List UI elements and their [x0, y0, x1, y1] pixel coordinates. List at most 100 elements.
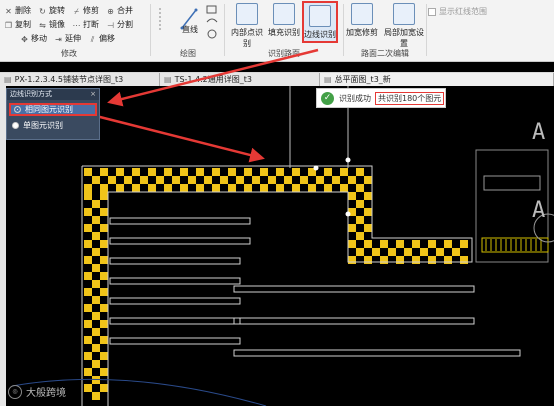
split-button[interactable]: ⊣ 分割 [106, 19, 133, 31]
paving-tile [388, 248, 396, 256]
ribbon: ✕ 删除 ↻ 旋转 ⌿ 修剪 ⊕ 合并 ❐ 复制 ⇋ 镜像 ⋯ 打断 ⊣ 分割 ✥ 移动 ⇥ 延伸 … [0, 0, 554, 62]
paving-tile [412, 256, 420, 264]
inner-point-recognize-button[interactable]: 内部点识别 [228, 3, 266, 48]
paving-tile [212, 184, 220, 192]
drawing-icon: ▤ [164, 75, 172, 84]
paving-tile [92, 232, 100, 240]
paving-tile [100, 192, 108, 200]
paving-tile [92, 328, 100, 336]
structure-outline [109, 257, 241, 265]
paving-tile [252, 176, 260, 184]
tab-detail-paving[interactable]: ▤ PX-1.2.3.4.5铺装节点详图_t3 [0, 73, 160, 86]
paving-tile [84, 352, 92, 360]
paving-tile [460, 256, 468, 264]
paving-tile [356, 216, 364, 224]
paving-tile [244, 184, 252, 192]
paving-tile [84, 256, 92, 264]
local-widen-settings-button[interactable]: 局部加宽设置 [382, 3, 426, 48]
move-button[interactable]: ✥ 移动 [20, 33, 47, 45]
paving-tile [412, 240, 420, 248]
paving-tile [364, 256, 372, 264]
paving-tile [148, 184, 156, 192]
paving-tile [100, 272, 108, 280]
paving-tile [116, 168, 124, 176]
offset-icon: ⫽ [90, 34, 95, 44]
paving-tile [132, 184, 140, 192]
option-same-element[interactable]: 相同图元识别 [9, 103, 97, 116]
paving-tile [188, 176, 196, 184]
widen-trim-button[interactable]: 加宽修剪 [344, 3, 380, 43]
paving-tile [84, 240, 92, 248]
paving-tile [372, 248, 380, 256]
mirror-button[interactable]: ⇋ 镜像 [38, 19, 65, 31]
extend-button[interactable]: ⇥ 延伸 [54, 33, 81, 45]
paving-tile [348, 192, 356, 200]
paving-tile [92, 264, 100, 272]
paving-tile [180, 184, 188, 192]
watermark: ◎ 大般跨境 [8, 384, 66, 399]
tab-site-plan[interactable]: ▤ 总平面图_t3_新 [320, 73, 554, 86]
radio-selected[interactable] [14, 106, 21, 113]
grip-point [313, 165, 319, 171]
paving-tile [292, 168, 300, 176]
offset-button[interactable]: ⫽ 偏移 [88, 33, 115, 45]
building-outline [483, 175, 541, 191]
break-icon: ⋯ [72, 20, 81, 30]
fill-recognize-button[interactable]: 填充识别 [267, 3, 301, 43]
paving-tile [364, 240, 372, 248]
paving-tile [84, 192, 92, 200]
paving-tile [444, 240, 452, 248]
second-edit-group: 加宽修剪 局部加宽设置 路面二次编辑 [344, 0, 426, 62]
second-edit-group-title: 路面二次编辑 [361, 49, 409, 58]
paving-tile [84, 336, 92, 344]
paving-tile [204, 176, 212, 184]
paving-tile [356, 248, 364, 256]
paving-tile [452, 248, 460, 256]
local-widen-icon [393, 3, 415, 25]
extend-icon: ⇥ [55, 34, 62, 44]
check-icon: ✓ [321, 91, 334, 105]
structure-outline [233, 285, 475, 293]
show-redline-checkbox[interactable]: 显示红线范围 [428, 6, 487, 17]
paving-tile [244, 168, 252, 176]
paving-tile [148, 168, 156, 176]
merge-button[interactable]: ⊕ 合并 [106, 5, 133, 17]
tab-general-detail[interactable]: ▤ TS-1.4.2通用详图_t3 [160, 73, 320, 86]
paving-tile [92, 216, 100, 224]
delete-button[interactable]: ✕ 删除 [4, 5, 31, 17]
split-icon: ⊣ [107, 20, 114, 30]
paving-tile [92, 248, 100, 256]
paving-tile [324, 184, 332, 192]
paving-tile [396, 256, 404, 264]
edge-recognize-button[interactable]: 边线识别 [302, 1, 338, 43]
line-tool-button[interactable]: 直线 [182, 24, 198, 36]
break-button[interactable]: ⋯ 打断 [72, 19, 100, 31]
close-icon[interactable]: × [90, 89, 96, 100]
radio-unselected[interactable] [12, 122, 19, 129]
copy-button[interactable]: ❐ 复制 [4, 19, 31, 31]
paving-tile [84, 184, 92, 192]
paving-tile [268, 176, 276, 184]
paving-tile [404, 248, 412, 256]
paving-tile [364, 192, 372, 200]
structure-outline [109, 337, 241, 345]
rotate-button[interactable]: ↻ 旋转 [38, 5, 65, 17]
paving-tile [100, 288, 108, 296]
paving-tile [380, 240, 388, 248]
draw-group: 直线 绘图 [152, 0, 224, 62]
trim-button[interactable]: ⌿ 修剪 [72, 5, 99, 17]
structure-outline [109, 317, 241, 325]
paving-tile [364, 176, 372, 184]
paving-tile [132, 168, 140, 176]
checkbox-box[interactable] [428, 7, 436, 16]
paving-tile [284, 176, 292, 184]
paving-tile [100, 208, 108, 216]
option-single-element[interactable]: 单图元识别 [9, 119, 97, 132]
paving-tile [100, 336, 108, 344]
paving-tile [228, 184, 236, 192]
paving-tile [428, 240, 436, 248]
structure-outline [109, 237, 251, 245]
paving-tile [300, 176, 308, 184]
element-count: 共识别180个图元 [375, 91, 445, 105]
x-icon: ✕ [5, 6, 12, 16]
